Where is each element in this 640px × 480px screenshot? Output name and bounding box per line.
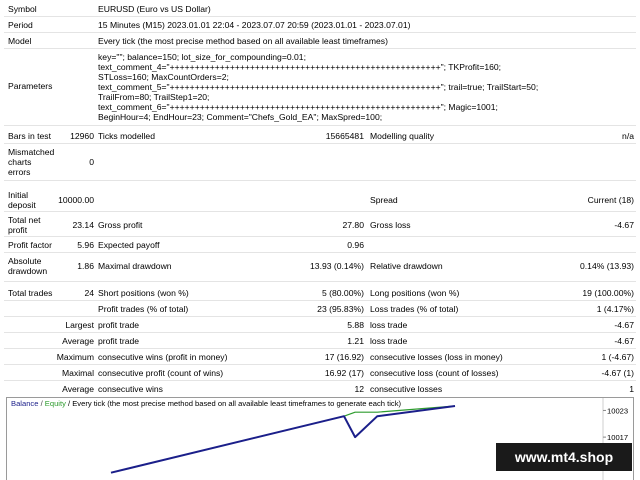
gross-loss-label: Gross loss: [370, 220, 411, 230]
row-separator: [4, 300, 636, 301]
parameters-label: Parameters: [8, 81, 53, 91]
row-separator: [4, 380, 636, 381]
gross-profit-label: Gross profit: [98, 220, 143, 230]
ticks-label: Ticks modelled: [98, 131, 155, 141]
max-losses-label: consecutive losses (loss in money): [370, 352, 503, 362]
row-separator: [4, 16, 636, 17]
parameter-line: BeginHour=4; EndHour=23; Comment="Chefs_…: [98, 112, 383, 122]
short-value: 5 (80.00%): [321, 288, 364, 298]
avg-wins-label: consecutive wins: [98, 384, 163, 394]
net-label-2: profit: [8, 225, 28, 235]
watermark: www.mt4.shop: [496, 443, 632, 471]
row-separator: [4, 32, 636, 33]
y-tick-label: 10023: [607, 406, 628, 415]
largest-label: Largest: [65, 320, 94, 330]
parameter-line: text_comment_4="++++++++++++++++++++++++…: [98, 62, 502, 72]
mismatched-label-3: errors: [8, 167, 31, 177]
row-separator: [4, 143, 636, 144]
parameter-line: key=""; balance=150; lot_size_for_compou…: [98, 52, 306, 62]
quality-value: n/a: [622, 131, 634, 141]
average-profit-label: profit trade: [98, 336, 140, 346]
period-label: Period: [8, 20, 33, 30]
maxdd-label: Maximal drawdown: [98, 261, 172, 271]
largest-profit-value: 5.88: [347, 320, 364, 330]
spread-label: Spread: [370, 195, 398, 205]
avg-losses-value: 1: [629, 384, 634, 394]
pf-value: 5.96: [77, 240, 94, 250]
row-separator: [4, 316, 636, 317]
maximal-wins-value: 16.92 (17): [324, 368, 364, 378]
period-value: 15 Minutes (M15) 2023.01.01 22:04 - 2023…: [98, 20, 411, 30]
maximum-label: Maximum: [56, 352, 94, 362]
maximal-label: Maximal: [62, 368, 94, 378]
average2-label: Average: [62, 384, 94, 394]
reldd-label: Relative drawdown: [370, 261, 443, 271]
profit-trades-label: Profit trades (% of total): [98, 304, 189, 314]
max-wins-label: consecutive wins (profit in money): [98, 352, 228, 362]
max-losses-value: 1 (-4.67): [601, 352, 634, 362]
initial-value: 10000.00: [58, 195, 94, 205]
payoff-value: 0.96: [347, 240, 364, 250]
largest-loss-value: -4.67: [614, 320, 634, 330]
series-line-balance: [110, 405, 456, 474]
mismatched-label-1: Mismatched: [8, 147, 55, 157]
row-separator: [4, 180, 636, 181]
spread-value: Current (18): [587, 195, 634, 205]
loss-trades-value: 1 (4.17%): [596, 304, 634, 314]
mismatched-value: 0: [89, 157, 94, 167]
y-tick-label: 10017: [607, 433, 628, 442]
largest-profit-label: profit trade: [98, 320, 140, 330]
short-label: Short positions (won %): [98, 288, 189, 298]
parameter-line: TrailFrom=80; TrailStep1=20;: [98, 92, 210, 102]
parameter-line: text_comment_6="++++++++++++++++++++++++…: [98, 102, 498, 112]
row-separator: [4, 211, 636, 212]
mismatched-label-2: charts: [8, 157, 32, 167]
row-separator: [4, 48, 636, 49]
average-label: Average: [62, 336, 94, 346]
symbol-value: EURUSD (Euro vs US Dollar): [98, 4, 211, 14]
net-value: 23.14: [72, 220, 94, 230]
average-profit-value: 1.21: [347, 336, 364, 346]
loss-trades-label: Loss trades (% of total): [370, 304, 459, 314]
average-loss-value: -4.67: [614, 336, 634, 346]
row-separator: [4, 364, 636, 365]
model-value: Every tick (the most precise method base…: [98, 36, 388, 46]
row-separator: [4, 332, 636, 333]
maximal-wins-label: consecutive profit (count of wins): [98, 368, 224, 378]
ticks-value: 15665481: [325, 131, 364, 141]
avg-wins-value: 12: [354, 384, 364, 394]
initial-label-1: Initial: [8, 190, 29, 200]
row-separator: [4, 281, 636, 282]
bars-value: 12960: [70, 131, 94, 141]
reldd-value: 0.14% (13.93): [580, 261, 634, 271]
avg-losses-label: consecutive losses: [370, 384, 443, 394]
absdd-label-1: Absolute: [8, 256, 42, 266]
gross-loss-value: -4.67: [614, 220, 634, 230]
maxdd-value: 13.93 (0.14%): [310, 261, 364, 271]
maximal-losses-label: consecutive loss (count of losses): [370, 368, 499, 378]
profit-trades-value: 23 (95.83%): [317, 304, 364, 314]
row-separator: [4, 125, 636, 126]
symbol-label: Symbol: [8, 4, 37, 14]
average-loss-label: loss trade: [370, 336, 408, 346]
model-label: Model: [8, 36, 32, 46]
row-separator: [4, 348, 636, 349]
max-wins-value: 17 (16.92): [324, 352, 364, 362]
parameter-line: STLoss=160; MaxCountOrders=2;: [98, 72, 229, 82]
series-line-equity: [110, 405, 456, 474]
net-label-1: Total net: [8, 215, 41, 225]
quality-label: Modelling quality: [370, 131, 435, 141]
parameter-line: text_comment_5="++++++++++++++++++++++++…: [98, 82, 539, 92]
row-separator: [4, 236, 636, 237]
absdd-value: 1.86: [77, 261, 94, 271]
long-value: 19 (100.00%): [582, 288, 634, 298]
payoff-label: Expected payoff: [98, 240, 160, 250]
row-separator: [4, 252, 636, 253]
maximal-losses-value: -4.67 (1): [601, 368, 634, 378]
long-label: Long positions (won %): [370, 288, 460, 298]
largest-loss-label: loss trade: [370, 320, 408, 330]
gross-profit-value: 27.80: [342, 220, 364, 230]
total-trades-value: 24: [84, 288, 94, 298]
